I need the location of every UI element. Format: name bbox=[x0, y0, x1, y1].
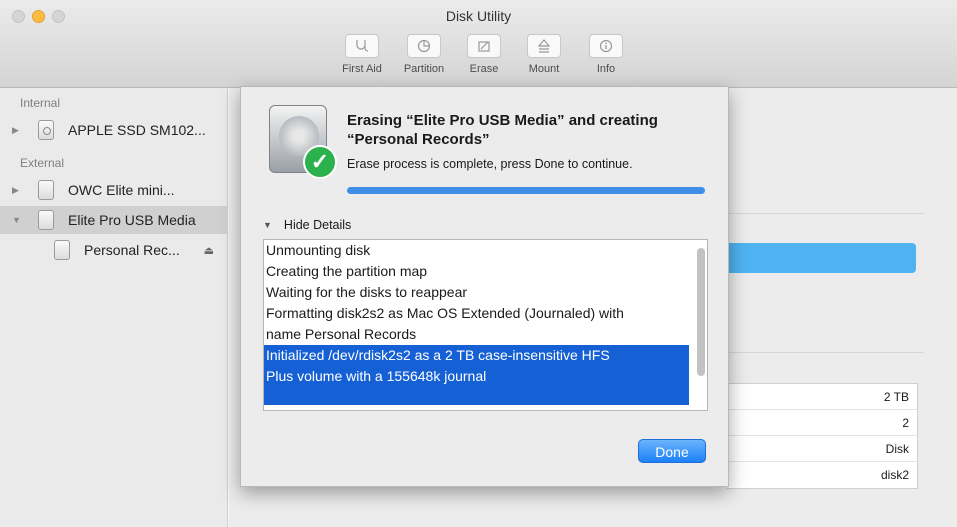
sidebar-item-apple-ssd[interactable]: ▶ APPLE SSD SM102... bbox=[0, 116, 228, 144]
mount-icon bbox=[527, 34, 561, 58]
eject-icon[interactable]: ⏏ bbox=[204, 244, 214, 257]
log-line: Formatting disk2s2 as Mac OS Extended (J… bbox=[266, 305, 624, 321]
external-disk-icon bbox=[38, 180, 54, 200]
hide-details-label: Hide Details bbox=[283, 218, 352, 232]
disclosure-right-icon[interactable]: ▶ bbox=[12, 185, 26, 196]
info-button[interactable]: Info bbox=[576, 34, 636, 75]
title-bar: Disk Utility First Aid Partition Erase M… bbox=[0, 0, 957, 88]
log-line: Unmounting disk bbox=[266, 242, 371, 258]
sidebar-item-personal-records[interactable]: Personal Rec... ⏏ bbox=[0, 236, 228, 264]
info-value: disk2 bbox=[880, 468, 909, 482]
stethoscope-icon bbox=[345, 34, 379, 58]
progress-bar bbox=[347, 187, 705, 194]
eraser-icon bbox=[467, 34, 501, 58]
pie-icon bbox=[407, 34, 441, 58]
usage-bar bbox=[724, 243, 916, 273]
sheet-status: Erase process is complete, press Done to… bbox=[347, 157, 633, 171]
internal-header: Internal bbox=[20, 96, 61, 110]
first-aid-label: First Aid bbox=[342, 63, 382, 75]
first-aid-button[interactable]: First Aid bbox=[332, 34, 392, 75]
info-table: 2 TB 2 Disk disk2 bbox=[726, 383, 918, 489]
info-label: Info bbox=[596, 63, 616, 75]
sidebar-item-elite-pro[interactable]: ▼ Elite Pro USB Media bbox=[0, 206, 228, 234]
erase-label: Erase bbox=[469, 63, 499, 75]
info-value: 2 bbox=[727, 410, 917, 436]
erase-sheet: ✓ Erasing “Elite Pro USB Media” and crea… bbox=[240, 86, 729, 487]
log-line-selected: Plus volume with a 155648k journal bbox=[264, 366, 689, 387]
disclosure-down-icon: ▼ bbox=[263, 220, 272, 230]
sidebar-item-label: APPLE SSD SM102... bbox=[68, 122, 206, 138]
log-line-selected bbox=[264, 387, 689, 405]
internal-disk-icon bbox=[38, 120, 54, 140]
mount-button: Mount bbox=[514, 34, 574, 75]
info-value: 2 TB bbox=[727, 384, 917, 410]
done-button[interactable]: Done bbox=[638, 439, 706, 463]
log-line-selected: Initialized /dev/rdisk2s2 as a 2 TB case… bbox=[264, 345, 689, 366]
hide-details-toggle[interactable]: ▼ Hide Details bbox=[263, 218, 351, 232]
scrollbar[interactable] bbox=[697, 248, 705, 376]
sidebar-item-label: Elite Pro USB Media bbox=[68, 212, 196, 228]
checkmark-icon: ✓ bbox=[303, 145, 337, 179]
window-title: Disk Utility bbox=[445, 8, 512, 24]
sidebar-item-label: Personal Rec... bbox=[84, 242, 180, 258]
info-value: Disk bbox=[727, 436, 917, 462]
partition-label: Partition bbox=[403, 63, 445, 75]
erase-button[interactable]: Erase bbox=[454, 34, 514, 75]
sidebar: Internal ▶ APPLE SSD SM102... External ▶… bbox=[0, 88, 228, 527]
mount-label: Mount bbox=[528, 63, 560, 75]
partition-button[interactable]: Partition bbox=[394, 34, 454, 75]
divider bbox=[724, 352, 924, 353]
external-header: External bbox=[20, 156, 65, 170]
details-log[interactable]: Unmounting disk Creating the partition m… bbox=[263, 239, 708, 411]
disclosure-right-icon[interactable]: ▶ bbox=[12, 125, 26, 136]
sidebar-item-label: OWC Elite mini... bbox=[68, 182, 175, 198]
log-line: name Personal Records bbox=[266, 326, 417, 342]
sidebar-item-owc-elite[interactable]: ▶ OWC Elite mini... bbox=[0, 176, 228, 204]
divider bbox=[724, 213, 924, 214]
log-line: Creating the partition map bbox=[266, 263, 428, 279]
log-line: Waiting for the disks to reappear bbox=[266, 284, 468, 300]
sheet-title: Erasing “Elite Pro USB Media” and creati… bbox=[347, 112, 658, 148]
volume-icon bbox=[54, 240, 70, 260]
external-disk-icon bbox=[38, 210, 54, 230]
info-icon bbox=[589, 34, 623, 58]
disclosure-down-icon[interactable]: ▼ bbox=[12, 215, 26, 225]
